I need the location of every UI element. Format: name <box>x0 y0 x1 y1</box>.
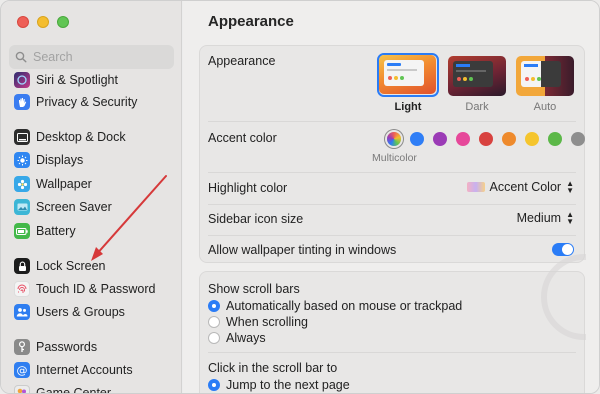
sidebar-item-touch-id[interactable]: Touch ID & Password <box>9 278 174 300</box>
battery-icon <box>14 223 30 239</box>
at-icon: @ <box>14 362 30 378</box>
appearance-option-auto[interactable] <box>516 56 574 96</box>
accent-swatch-orange[interactable] <box>502 132 516 146</box>
divider <box>208 121 576 122</box>
accent-swatch-purple[interactable] <box>433 132 447 146</box>
sidebar-item-passwords[interactable]: Passwords <box>9 336 174 358</box>
scroll-bars-option-auto[interactable]: Automatically based on mouse or trackpad <box>208 298 462 314</box>
accent-swatch-red[interactable] <box>479 132 493 146</box>
updown-chevron-icon: ▲ ▼ <box>566 179 574 195</box>
search-field[interactable] <box>9 45 174 69</box>
sidebar-item-label: Privacy & Security <box>36 95 138 109</box>
radio-label: Automatically based on mouse or trackpad <box>226 299 463 313</box>
sun-icon <box>14 152 30 168</box>
appearance-option-label: Auto <box>533 101 557 113</box>
appearance-option-label: Dark <box>465 101 489 113</box>
highlight-color-select[interactable]: Accent Color ▲ ▼ <box>466 179 574 195</box>
main-content: Appearance Appearance Light Dark Auto Ac… <box>183 1 599 393</box>
click-scroll-bar-label: Click in the scroll bar to <box>208 361 338 375</box>
radio-label: Always <box>226 331 266 345</box>
sidebar-item-label: Wallpaper <box>36 177 92 191</box>
radio-button[interactable] <box>208 300 220 312</box>
hand-icon <box>14 94 30 110</box>
window-controls <box>17 16 69 28</box>
radio-button[interactable] <box>208 316 220 328</box>
sidebar-item-siri-spotlight[interactable]: Siri & Spotlight <box>9 69 174 91</box>
sidebar-item-label: Game Center <box>36 386 112 394</box>
appearance-label: Appearance <box>208 54 276 68</box>
appearance-option-dark[interactable] <box>448 56 506 96</box>
scroll-bars-option-always[interactable]: Always <box>208 330 266 346</box>
radio-label: When scrolling <box>226 315 308 329</box>
search-icon <box>15 51 27 63</box>
divider <box>208 352 576 353</box>
sidebar-item-label: Users & Groups <box>36 305 125 319</box>
sidebar-item-label: Desktop & Dock <box>36 130 126 144</box>
sidebar-item-label: Displays <box>36 153 84 167</box>
sidebar-item-label: Internet Accounts <box>36 363 133 377</box>
divider <box>208 172 576 173</box>
radio-label: Jump to the next page <box>226 378 350 392</box>
gamecenter-icon <box>14 385 30 393</box>
radio-button[interactable] <box>208 332 220 344</box>
accent-swatch-multicolor[interactable] <box>387 132 401 146</box>
highlight-color-label: Highlight color <box>208 181 288 195</box>
light-preview <box>379 55 436 94</box>
users-icon <box>14 304 30 320</box>
sidebar-item-label: Passwords <box>36 340 98 354</box>
accent-swatch-yellow[interactable] <box>525 132 539 146</box>
fingerprint-icon <box>14 281 30 297</box>
page-title: Appearance <box>208 13 294 30</box>
accent-swatch-pink[interactable] <box>456 132 470 146</box>
sidebar-icon-size-value: Medium <box>516 211 562 225</box>
annotation-arrow <box>91 175 167 261</box>
siri-icon <box>14 72 30 88</box>
sidebar-item-label: Battery <box>36 224 76 238</box>
appearance-panel: Appearance Light Dark Auto Accent color … <box>199 45 585 263</box>
scroll-bars-option-when-scrolling[interactable]: When scrolling <box>208 314 308 330</box>
decorative-watermark-icon <box>541 254 586 340</box>
highlight-color-preview <box>466 182 485 192</box>
dock-icon <box>14 129 30 145</box>
sidebar-icon-size-label: Sidebar icon size <box>208 212 304 226</box>
updown-chevron-icon: ▲ ▼ <box>566 210 574 226</box>
divider <box>208 204 576 205</box>
show-scroll-bars-label: Show scroll bars <box>208 282 300 296</box>
click-scroll-option-next-page[interactable]: Jump to the next page <box>208 377 350 393</box>
accent-swatch-green[interactable] <box>548 132 562 146</box>
accent-selected-name: Multicolor <box>372 152 417 164</box>
search-input[interactable] <box>33 50 163 64</box>
accent-color-label: Accent color <box>208 131 277 145</box>
sidebar-icon-size-select[interactable]: Medium ▲ ▼ <box>516 210 574 226</box>
lock-icon <box>14 258 30 274</box>
accent-swatch-graphite[interactable] <box>571 132 585 146</box>
close-button[interactable] <box>17 16 29 28</box>
sidebar-item-label: Siri & Spotlight <box>36 73 118 87</box>
sidebar: Siri & Spotlight Privacy & Security Desk… <box>1 1 182 394</box>
sidebar-item-users-groups[interactable]: Users & Groups <box>9 301 174 323</box>
sidebar-item-internet-accounts[interactable]: @ Internet Accounts <box>9 359 174 381</box>
scroll-panel: Show scroll bars Automatically based on … <box>199 254 586 393</box>
screensaver-icon <box>14 199 30 215</box>
accent-color-swatches <box>387 132 585 146</box>
sidebar-item-game-center[interactable]: Game Center <box>9 382 174 394</box>
highlight-color-value: Accent Color <box>489 180 562 194</box>
settings-window: Siri & Spotlight Privacy & Security Desk… <box>0 0 600 394</box>
key-icon <box>14 339 30 355</box>
accent-swatch-blue[interactable] <box>410 132 424 146</box>
appearance-option-label: Light <box>394 101 422 113</box>
sidebar-item-privacy-security[interactable]: Privacy & Security <box>9 91 174 113</box>
sidebar-item-displays[interactable]: Displays <box>9 149 174 171</box>
radio-button[interactable] <box>208 379 220 391</box>
zoom-button[interactable] <box>57 16 69 28</box>
wallpaper-tinting-label: Allow wallpaper tinting in windows <box>208 243 397 257</box>
appearance-option-light[interactable] <box>377 53 439 97</box>
divider <box>208 235 576 236</box>
sidebar-item-desktop-dock[interactable]: Desktop & Dock <box>9 126 174 148</box>
flower-icon <box>14 176 30 192</box>
minimize-button[interactable] <box>37 16 49 28</box>
sidebar-item-label: Touch ID & Password <box>36 282 156 296</box>
